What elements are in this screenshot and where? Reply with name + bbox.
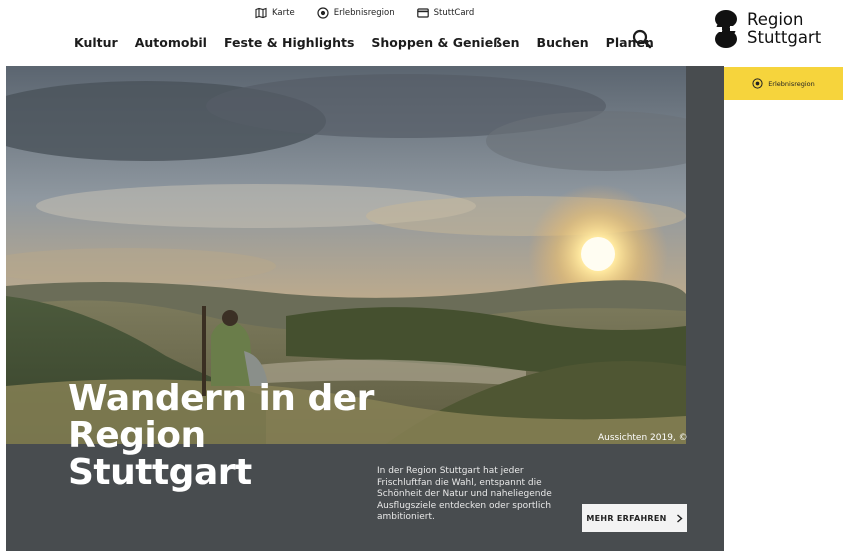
logo-mark-icon	[713, 10, 739, 48]
target-icon	[752, 78, 763, 89]
mehr-erfahren-button[interactable]: MEHR ERFAHREN	[582, 504, 687, 532]
hero-title: Wandern in der Region Stuttgart	[68, 380, 374, 491]
logo-line-1: Region	[747, 10, 804, 29]
nav-item-kultur[interactable]: Kultur	[74, 35, 118, 50]
card-icon	[416, 8, 429, 18]
image-credit: Aussichten 2019, ©	[598, 433, 688, 443]
logo-line-2: Stuttgart	[747, 28, 822, 47]
map-icon	[255, 7, 267, 19]
hero-description: In der Region Stuttgart hat jeder Frisch…	[377, 466, 552, 522]
hero-title-line: Wandern in der	[68, 378, 374, 419]
main-nav: Kultur Automobil Feste & Highlights Shop…	[74, 35, 654, 50]
erlebnisregion-tab[interactable]: Erlebnisregion	[724, 67, 843, 100]
utility-link-label: Erlebnisregion	[333, 8, 395, 18]
hero-title-line: Region	[68, 415, 206, 456]
erlebnisregion-tab-label: Erlebnisregion	[768, 79, 815, 88]
logo-wordmark: Region Stuttgart	[747, 11, 821, 47]
region-stuttgart-logo[interactable]: Region Stuttgart	[713, 9, 821, 49]
target-icon	[317, 7, 329, 19]
utility-link-karte[interactable]: Karte	[255, 7, 295, 19]
nav-item-feste-highlights[interactable]: Feste & Highlights	[224, 35, 354, 50]
hero-title-line: Stuttgart	[68, 452, 252, 493]
utility-nav: Karte Erlebnisregion StuttCard	[255, 7, 474, 19]
nav-item-buchen[interactable]: Buchen	[537, 35, 589, 50]
utility-link-erlebnisregion[interactable]: Erlebnisregion	[317, 7, 395, 19]
hero-section: Aussichten 2019, © Wandern in der Region…	[6, 66, 724, 551]
search-button[interactable]	[632, 29, 654, 51]
utility-link-label: StuttCard	[433, 8, 475, 18]
utility-link-stuttcard[interactable]: StuttCard	[416, 7, 475, 19]
chevron-right-icon	[676, 513, 683, 523]
search-icon	[632, 29, 652, 49]
cta-label: MEHR ERFAHREN	[586, 513, 667, 523]
nav-item-shoppen-geniessen[interactable]: Shoppen & Genießen	[371, 35, 519, 50]
nav-item-automobil[interactable]: Automobil	[135, 35, 207, 50]
utility-link-label: Karte	[272, 8, 295, 18]
